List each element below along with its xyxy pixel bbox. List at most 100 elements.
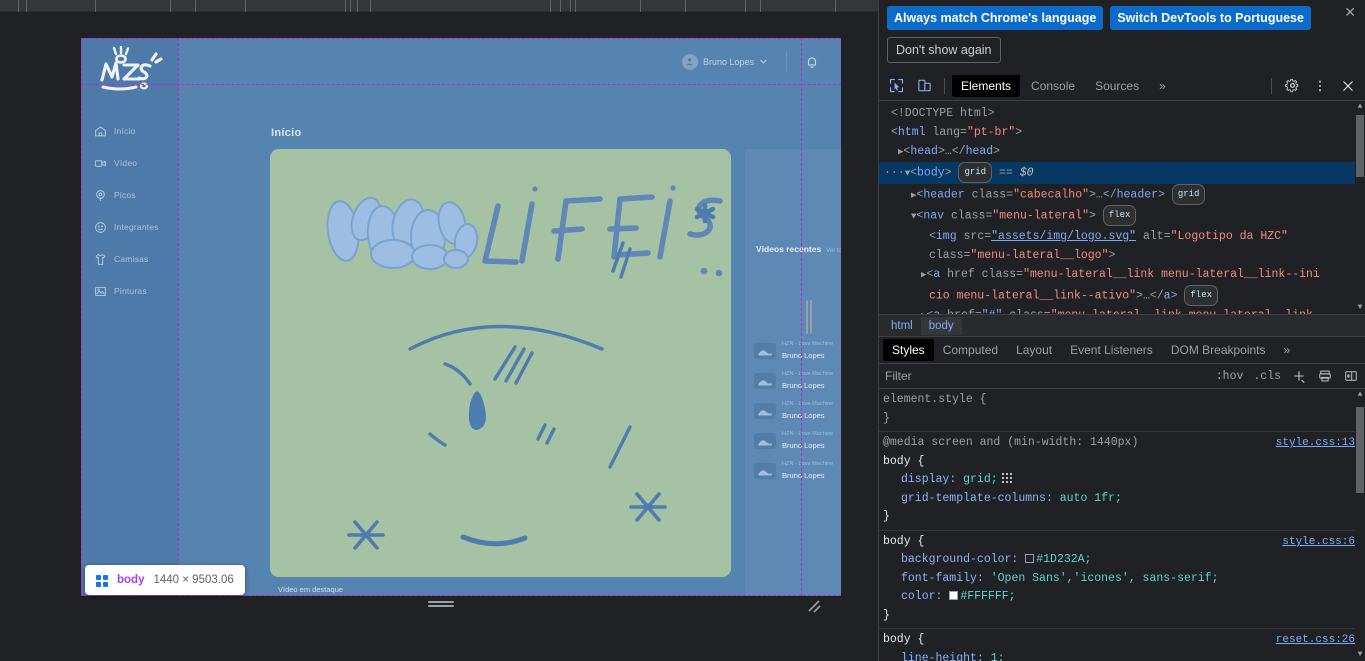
gear-icon[interactable] bbox=[1279, 74, 1305, 98]
more-tabs-button[interactable]: » bbox=[1150, 75, 1175, 97]
css-declaration[interactable]: color: #FFFFFF; bbox=[879, 588, 1365, 607]
dom-line-selected[interactable]: ···▼<body> grid == $0 bbox=[879, 162, 1365, 184]
search-input[interactable] bbox=[885, 369, 1206, 384]
sidebar-item-label: Pinturas bbox=[114, 286, 147, 296]
language-banner: Always match Chrome's language Switch De… bbox=[879, 0, 1365, 71]
dom-line[interactable]: class="menu-lateral__logo"> bbox=[879, 246, 1365, 265]
site-logo[interactable] bbox=[81, 38, 178, 93]
css-selector[interactable]: body {style.css:13 bbox=[879, 437, 1365, 472]
css-selector[interactable]: body {reset.css:26 bbox=[879, 631, 1365, 650]
toggle-sidebar-icon[interactable] bbox=[1343, 368, 1359, 384]
print-media-icon[interactable] bbox=[1317, 368, 1333, 384]
see-all-link[interactable]: Ver todos bbox=[826, 248, 841, 254]
plus-icon[interactable] bbox=[1291, 368, 1307, 384]
grid-overlay-line bbox=[81, 595, 841, 596]
dom-line[interactable]: ▶<a href class="menu-lateral__link menu-… bbox=[879, 265, 1365, 285]
css-declaration[interactable]: display: grid; bbox=[879, 471, 1365, 490]
styles-rules-pane[interactable]: element.style { } @media screen and (min… bbox=[879, 389, 1365, 661]
dom-line[interactable]: ▶<a href="#" class="menu-lateral__link m… bbox=[879, 306, 1365, 314]
breadcrumb-item-html[interactable]: html bbox=[883, 317, 921, 335]
grid-editor-icon[interactable] bbox=[1001, 472, 1012, 484]
css-rule[interactable]: element.style { } bbox=[879, 389, 1365, 433]
viewport-ruler bbox=[0, 0, 878, 12]
featured-video-thumbnail[interactable] bbox=[270, 149, 731, 577]
dom-line[interactable]: ▼<nav class="menu-lateral"> flex bbox=[879, 205, 1365, 227]
sidebar-item-video[interactable]: Vídeo bbox=[81, 147, 178, 179]
device-toolbar-icon[interactable] bbox=[911, 74, 937, 98]
css-rule[interactable]: @media screen and (min-width: 1440px) bo… bbox=[879, 432, 1365, 531]
video-thumbnail-icon bbox=[754, 463, 776, 479]
tab-elements[interactable]: Elements bbox=[952, 74, 1021, 97]
hov-toggle[interactable]: :hov bbox=[1216, 370, 1244, 383]
viewport-height-resize-handle[interactable] bbox=[428, 601, 454, 609]
color-swatch[interactable] bbox=[1025, 554, 1035, 564]
close-icon[interactable]: ✕ bbox=[1344, 5, 1356, 19]
styles-more-tabs-button[interactable]: » bbox=[1275, 339, 1300, 361]
sidebar-item-picos[interactable]: Picos bbox=[81, 179, 178, 211]
sidebar-item-camisas[interactable]: Camisas bbox=[81, 243, 178, 275]
always-match-language-button[interactable]: Always match Chrome's language bbox=[887, 6, 1104, 31]
css-source-link[interactable]: reset.css:26 bbox=[1276, 631, 1355, 650]
video-thumbnail-icon bbox=[754, 433, 776, 449]
notification-bell-icon[interactable] bbox=[805, 55, 819, 69]
user-menu[interactable]: Bruno Lopes bbox=[681, 53, 768, 70]
scroll-up-arrow[interactable]: ▲ bbox=[1356, 389, 1364, 401]
scroll-up-arrow[interactable]: ▲ bbox=[1356, 101, 1364, 113]
devtools-panel: Always match Chrome's language Switch De… bbox=[878, 0, 1365, 661]
close-devtools-icon[interactable] bbox=[1335, 74, 1361, 98]
css-rule[interactable]: body {reset.css:26 line-height: 1; } bbox=[879, 629, 1365, 661]
list-item[interactable]: HZN - Love Machine Bruno Lopes bbox=[754, 456, 841, 486]
styles-pane-scrollbar[interactable]: ▲ ▼ bbox=[1355, 389, 1365, 661]
viewport-corner-resize-handle[interactable] bbox=[805, 597, 821, 613]
css-declaration[interactable]: grid-template-columns: auto 1fr; bbox=[879, 490, 1365, 509]
scroll-down-arrow[interactable]: ▼ bbox=[1356, 302, 1364, 314]
switch-to-portuguese-button[interactable]: Switch DevTools to Portuguese bbox=[1110, 6, 1311, 31]
tab-styles[interactable]: Styles bbox=[883, 339, 934, 362]
color-swatch[interactable] bbox=[949, 591, 959, 601]
dont-show-again-button[interactable]: Don't show again bbox=[887, 37, 1001, 64]
dom-line[interactable]: <html lang="pt-br"> bbox=[879, 123, 1365, 142]
ruler-tick bbox=[575, 0, 576, 12]
sidebar-item-inicio[interactable]: Início bbox=[81, 115, 178, 147]
tab-computed[interactable]: Computed bbox=[934, 339, 1007, 361]
list-item[interactable]: HZN - Love Machine Bruno Lopes bbox=[754, 336, 841, 366]
dom-line[interactable]: ▶<head>…</head> bbox=[879, 142, 1365, 162]
css-rule[interactable]: body {style.css:6 background-color: #1D2… bbox=[879, 531, 1365, 630]
list-item[interactable]: HZN - Love Machine Bruno Lopes bbox=[754, 396, 841, 426]
css-selector[interactable]: body {style.css:6 bbox=[879, 533, 1365, 552]
css-selector[interactable]: element.style { bbox=[879, 391, 1365, 410]
video-author: Bruno Lopes bbox=[782, 410, 825, 420]
dom-tree-scrollbar[interactable]: ▲ ▼ bbox=[1355, 101, 1365, 315]
tab-sources[interactable]: Sources bbox=[1086, 75, 1148, 97]
cls-toggle[interactable]: .cls bbox=[1253, 370, 1281, 383]
recent-videos-header: Vídeos recentes Ver todos bbox=[745, 149, 841, 254]
list-item[interactable]: HZN - Love Machine Bruno Lopes bbox=[754, 426, 841, 456]
css-declaration[interactable]: background-color: #1D232A; bbox=[879, 551, 1365, 570]
breadcrumb-item-body[interactable]: body bbox=[920, 316, 962, 335]
css-source-link[interactable]: style.css:6 bbox=[1282, 533, 1355, 552]
scrollbar-thumb[interactable] bbox=[1356, 407, 1364, 494]
sidebar-item-pinturas[interactable]: Pinturas bbox=[81, 275, 178, 307]
ruler-tick bbox=[245, 0, 246, 12]
tab-layout[interactable]: Layout bbox=[1007, 339, 1061, 361]
dom-line[interactable]: <!DOCTYPE html> bbox=[879, 104, 1365, 123]
tab-event-listeners[interactable]: Event Listeners bbox=[1061, 339, 1162, 361]
dom-line[interactable]: <img src="assets/img/logo.svg" alt="Logo… bbox=[879, 227, 1365, 246]
dom-line[interactable]: cio menu-lateral__link--ativo">…</a> fle… bbox=[879, 284, 1365, 306]
viewport-width-resize-handle[interactable] bbox=[806, 300, 814, 334]
css-declaration[interactable]: font-family: 'Open Sans','icones', sans-… bbox=[879, 570, 1365, 589]
kebab-menu-icon[interactable] bbox=[1307, 74, 1333, 98]
inspect-cursor-icon[interactable] bbox=[883, 74, 909, 98]
scroll-down-arrow[interactable]: ▼ bbox=[1356, 649, 1364, 661]
devtools-toolbar: Elements Console Sources » bbox=[879, 71, 1365, 102]
dom-tree[interactable]: <!DOCTYPE html> <html lang="pt-br"> ▶<he… bbox=[879, 101, 1365, 315]
sidebar-item-integrantes[interactable]: Integrantes bbox=[81, 211, 178, 243]
css-declaration[interactable]: line-height: 1; bbox=[879, 650, 1365, 661]
css-source-link[interactable]: style.css:13 bbox=[1276, 434, 1355, 453]
list-item[interactable]: HZN - Love Machine Bruno Lopes bbox=[754, 366, 841, 396]
tab-dom-breakpoints[interactable]: DOM Breakpoints bbox=[1162, 339, 1275, 361]
dom-line[interactable]: ▶<header class="cabecalho">…</header> gr… bbox=[879, 183, 1365, 206]
scrollbar-thumb[interactable] bbox=[1356, 115, 1364, 178]
video-thumbnail-icon bbox=[754, 343, 776, 359]
tab-console[interactable]: Console bbox=[1022, 75, 1084, 97]
